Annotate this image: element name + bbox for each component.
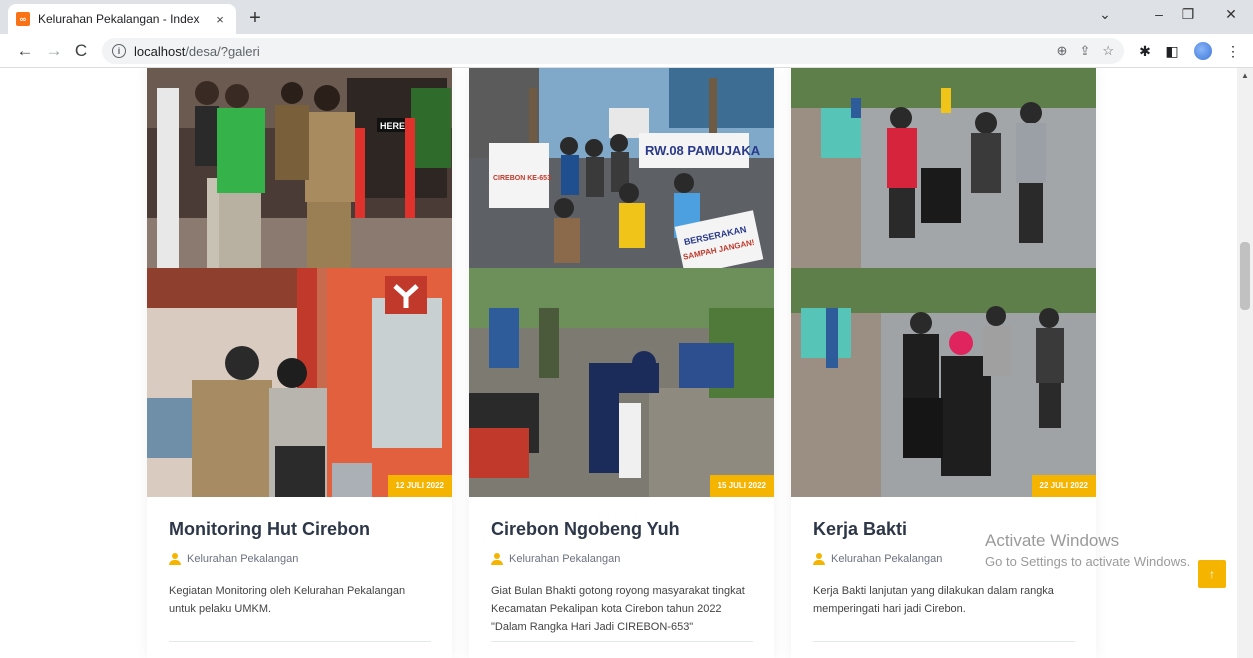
close-window-icon[interactable]: ✕ (1219, 6, 1243, 23)
date-badge: 22 JULI 2022 (1031, 475, 1096, 497)
tab-search-icon[interactable]: ⌄ (1093, 6, 1117, 23)
user-icon (491, 553, 503, 565)
card-description: Kegiatan Monitoring oleh Kelurahan Pekal… (169, 585, 406, 615)
bookmark-star-icon[interactable]: ☆ (1102, 43, 1114, 59)
divider (169, 641, 431, 642)
share-icon[interactable]: ⇪ (1079, 43, 1090, 59)
reload-icon[interactable]: C (70, 40, 92, 62)
card-author: Kelurahan Pekalangan (813, 553, 942, 565)
gallery-photo[interactable]: HERE (147, 68, 452, 268)
browser-toolbar: ← → C i localhost/desa/?galeri ⊕ ⇪ ☆ ✱ ◧… (0, 34, 1253, 68)
xampp-favicon-icon: ∞ (16, 12, 30, 26)
gallery-photo[interactable] (791, 68, 1096, 268)
date-badge: 12 JULI 2022 (387, 475, 452, 497)
info-icon[interactable]: i (112, 44, 126, 58)
scroll-thumb[interactable] (1240, 242, 1250, 310)
page-scrollbar[interactable]: ▲ (1237, 68, 1253, 658)
gallery-card[interactable]: HERE 12 JULI 2022 Monitoring Hut Cirebon… (147, 68, 452, 658)
url-host: localhost (134, 43, 186, 59)
card-title[interactable]: Kerja Bakti (813, 519, 907, 540)
date-badge: 15 JULI 2022 (709, 475, 774, 497)
restore-icon[interactable]: ❐ (1176, 6, 1200, 23)
extensions-icon[interactable]: ✱ (1136, 43, 1154, 60)
zoom-icon[interactable]: ⊕ (1057, 43, 1068, 59)
scroll-up-arrow-icon[interactable]: ▲ (1241, 71, 1249, 80)
gallery-photo[interactable]: 15 JULI 2022 (469, 268, 774, 497)
url-path: /desa/?galeri (185, 43, 260, 59)
url-text[interactable]: localhost/desa/?galeri (134, 44, 1045, 59)
profile-avatar[interactable] (1194, 42, 1212, 60)
back-to-top-button[interactable]: ↑ (1198, 560, 1226, 588)
banner-main-text: RW.08 PAMUJAKA (645, 143, 761, 158)
side-panel-icon[interactable]: ◧ (1163, 43, 1181, 60)
address-bar[interactable]: i localhost/desa/?galeri ⊕ ⇪ ☆ (102, 38, 1124, 64)
divider (491, 641, 753, 642)
forward-icon[interactable]: → (43, 40, 65, 62)
browser-tab[interactable]: ∞ Kelurahan Pekalangan - Index × (8, 4, 236, 34)
card-title[interactable]: Monitoring Hut Cirebon (169, 519, 370, 540)
author-name: Kelurahan Pekalangan (187, 553, 299, 565)
card-description: Kerja Bakti lanjutan yang dilakukan dala… (813, 585, 1054, 615)
author-name: Kelurahan Pekalangan (509, 553, 621, 565)
page-viewport: HERE 12 JULI 2022 Monitoring Hut Cirebon… (0, 68, 1237, 658)
activate-windows-subtitle: Go to Settings to activate Windows. (985, 554, 1191, 569)
card-title[interactable]: Cirebon Ngobeng Yuh (491, 519, 680, 540)
card-author: Kelurahan Pekalangan (169, 553, 298, 565)
back-icon[interactable]: ← (14, 40, 36, 62)
user-icon (813, 553, 825, 565)
new-tab-button[interactable]: + (244, 7, 266, 29)
browser-tab-bar: ∞ Kelurahan Pekalangan - Index × + ⌄ – ❐… (0, 0, 1253, 34)
author-name: Kelurahan Pekalangan (831, 553, 943, 565)
minimize-icon[interactable]: – (1147, 6, 1171, 22)
divider (813, 641, 1075, 642)
store-sign-text: HERE (380, 121, 405, 131)
gallery-photo[interactable]: 22 JULI 2022 (791, 268, 1096, 497)
gallery-photo[interactable]: CIREBON KE-653 RW.08 PAMUJAKA BERSERAKAN… (469, 68, 774, 268)
user-icon (169, 553, 181, 565)
card-description: Giat Bulan Bhakti gotong royong masyarak… (491, 585, 745, 633)
tab-title: Kelurahan Pekalangan - Index (38, 12, 200, 26)
banner-side-text: CIREBON KE-653 (493, 175, 551, 182)
menu-icon[interactable]: ⋮ (1224, 43, 1242, 60)
activate-windows-title: Activate Windows (985, 531, 1120, 550)
gallery-card[interactable]: 22 JULI 2022 Kerja Bakti Kelurahan Pekal… (791, 68, 1096, 658)
gallery-card[interactable]: CIREBON KE-653 RW.08 PAMUJAKA BERSERAKAN… (469, 68, 774, 658)
tab-close-icon[interactable]: × (212, 12, 228, 27)
card-author: Kelurahan Pekalangan (491, 553, 620, 565)
gallery-photo[interactable]: 12 JULI 2022 (147, 268, 452, 497)
